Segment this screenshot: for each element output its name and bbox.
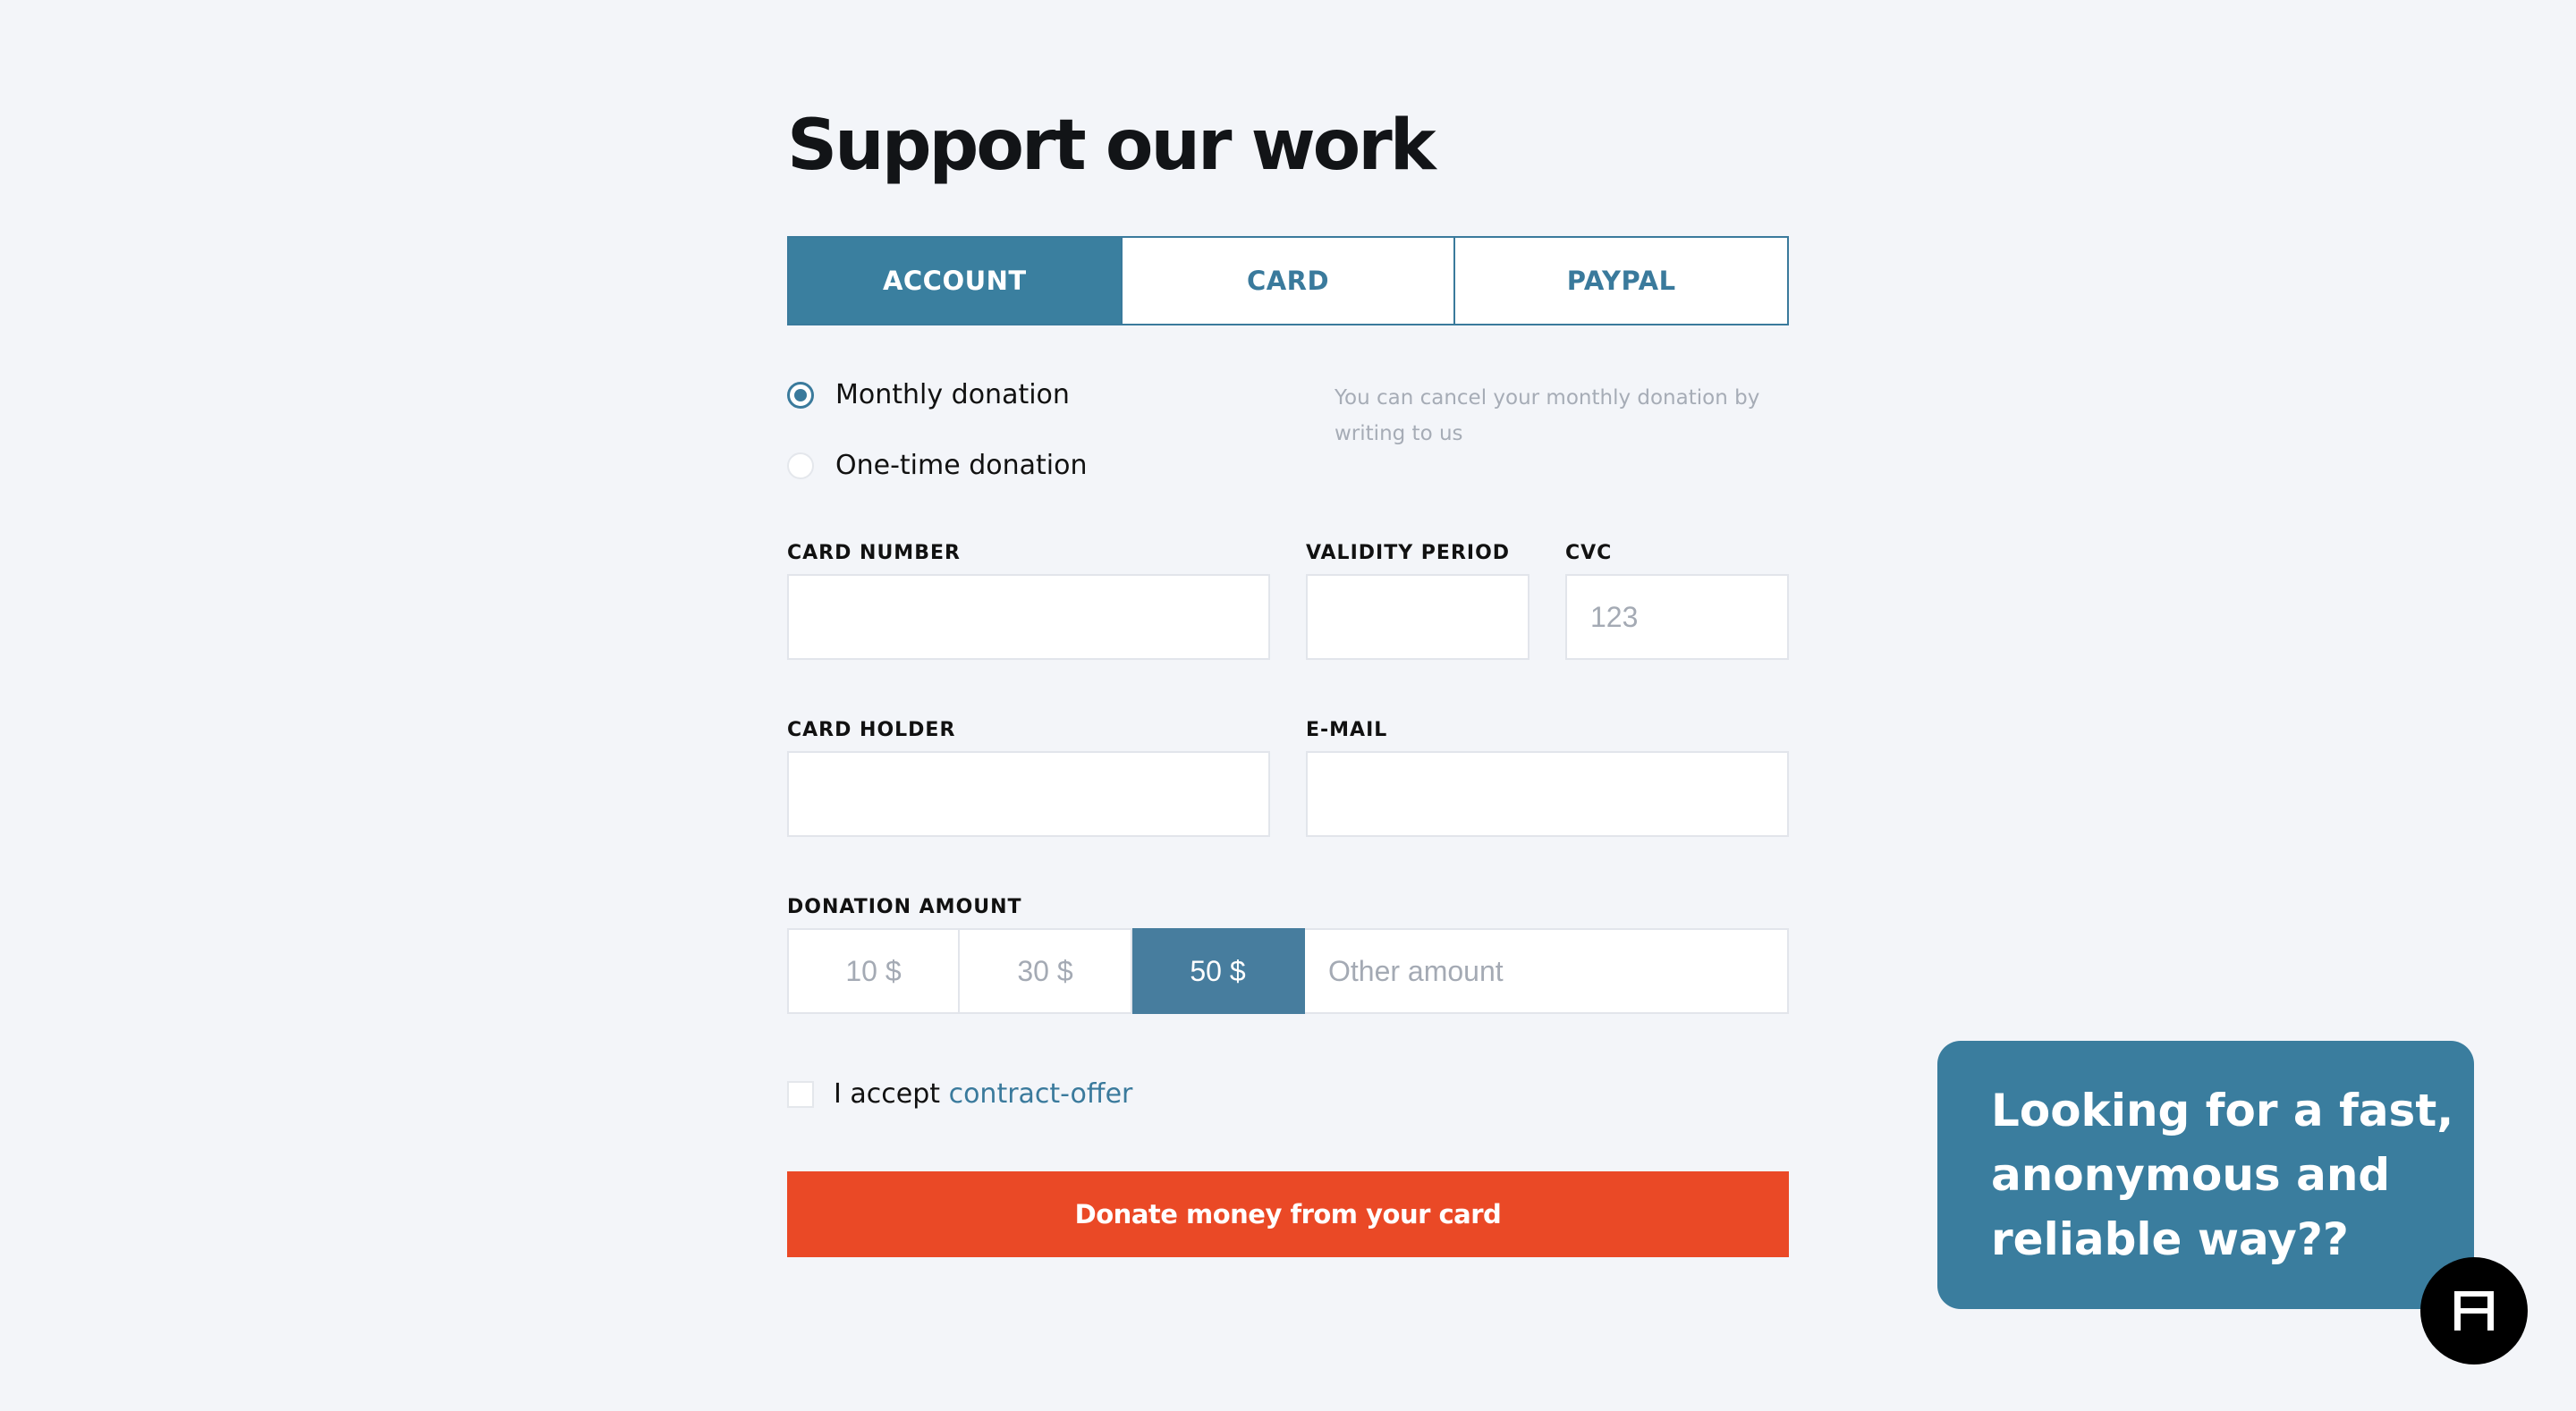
monthly-donation-label: Monthly donation (835, 379, 1070, 410)
promo-line-1: Looking for a fast, (1991, 1085, 2454, 1136)
donate-button[interactable]: Donate money from your card (787, 1171, 1789, 1257)
one-time-donation-label: One-time donation (835, 450, 1088, 481)
donation-amount-label: DONATION AMOUNT (787, 896, 1022, 918)
other-amount-input[interactable]: Other amount (1305, 928, 1789, 1014)
tab-paypal[interactable]: PAYPAL (1453, 238, 1787, 324)
h-logo-icon (2454, 1291, 2494, 1331)
contract-offer-link[interactable]: contract-offer (949, 1078, 1133, 1110)
email-input[interactable] (1306, 751, 1789, 837)
accept-text: I accept (834, 1078, 941, 1110)
card-holder-input[interactable] (787, 751, 1270, 837)
payment-method-tabs: ACCOUNT CARD PAYPAL (787, 236, 1789, 325)
accept-terms: I accept contract-offer (787, 1078, 1132, 1110)
one-time-donation-option[interactable]: One-time donation (787, 450, 1087, 481)
brand-badge-button[interactable] (2420, 1257, 2528, 1365)
email-label: E-MAIL (1306, 719, 1388, 741)
monthly-donation-option[interactable]: Monthly donation (787, 379, 1070, 410)
promo-line-3: reliable way?? (1991, 1213, 2349, 1265)
amount-option-10[interactable]: 10 $ (787, 928, 960, 1014)
tab-card[interactable]: CARD (1120, 238, 1454, 324)
card-number-label: CARD NUMBER (787, 542, 961, 564)
promo-callout[interactable]: Looking for a fast, anonymous and reliab… (1937, 1041, 2474, 1309)
amount-option-50[interactable]: 50 $ (1132, 928, 1305, 1014)
page-title: Support our work (787, 106, 1436, 186)
card-holder-label: CARD HOLDER (787, 719, 956, 741)
donation-amount-selector: 10 $ 30 $ 50 $ Other amount (787, 928, 1789, 1014)
one-time-donation-radio[interactable] (787, 452, 814, 479)
validity-period-label: VALIDITY PERIOD (1306, 542, 1511, 564)
cancel-note: You can cancel your monthly donation by … (1335, 386, 1760, 445)
amount-option-30[interactable]: 30 $ (960, 928, 1132, 1014)
tab-account[interactable]: ACCOUNT (789, 238, 1121, 324)
page: Support our work ACCOUNT CARD PAYPAL Mon… (0, 0, 2576, 1411)
accept-checkbox[interactable] (787, 1080, 814, 1108)
promo-line-2: anonymous and (1991, 1149, 2391, 1201)
validity-period-input[interactable] (1306, 574, 1530, 660)
cvc-label: CVC (1565, 542, 1613, 564)
monthly-donation-radio[interactable] (787, 381, 814, 409)
cvc-input[interactable]: 123 (1565, 574, 1789, 660)
card-number-input[interactable] (787, 574, 1270, 660)
